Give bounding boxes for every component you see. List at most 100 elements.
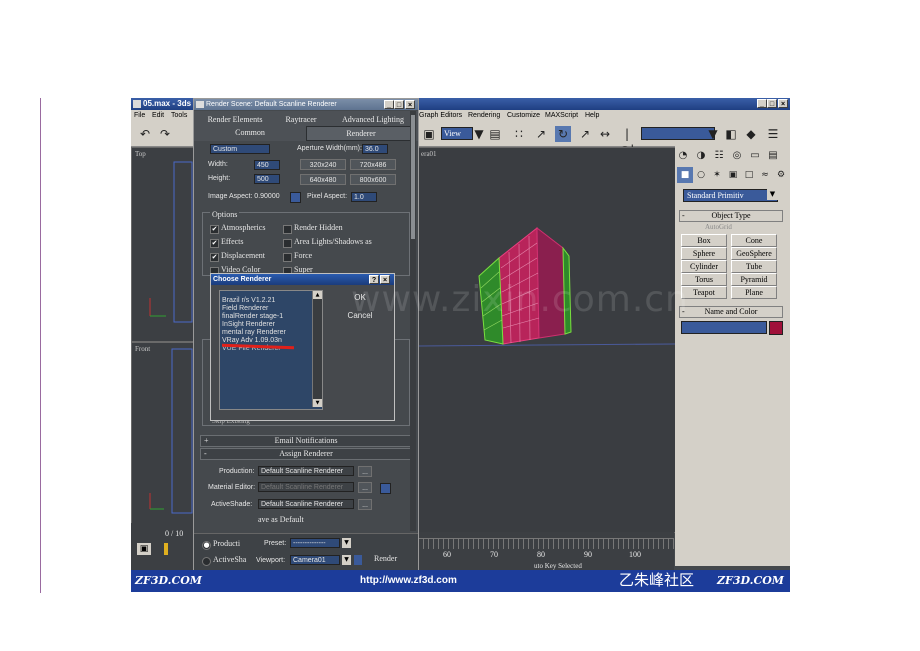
undo-icon[interactable]: ↶: [137, 126, 153, 142]
close-button[interactable]: ×: [778, 99, 788, 108]
preset-640x480-button[interactable]: 640x480: [300, 174, 346, 185]
geometry-type-dropdown[interactable]: Standard Primitiv: [683, 189, 778, 202]
select-region-icon[interactable]: ▣: [421, 126, 437, 142]
scrollbar-thumb[interactable]: [411, 115, 415, 239]
renderer-list[interactable]: Brazil r/s V1.2.21 Field Renderer finalR…: [219, 290, 323, 410]
dropdown-arrow-icon[interactable]: ▼: [342, 555, 351, 565]
email-notifications-rollout[interactable]: + Email Notifications: [200, 435, 412, 447]
render-scene-scrollbar[interactable]: [410, 111, 416, 531]
menu-rendering[interactable]: Rendering: [468, 110, 500, 122]
dropdown-arrow-icon[interactable]: ▼: [767, 189, 778, 200]
render-scene-icon[interactable]: ☰: [765, 126, 781, 142]
pyramid-button[interactable]: Pyramid: [731, 273, 777, 286]
tube-button[interactable]: Tube: [731, 260, 777, 273]
render-hidden-checkbox[interactable]: [283, 225, 292, 234]
top-viewport[interactable]: Top: [131, 147, 195, 342]
name-color-rollout[interactable]: - Name and Color: [679, 306, 783, 318]
renderer-list-scrollbar[interactable]: ▲ ▼: [312, 291, 322, 407]
shapes-icon[interactable]: ○: [693, 167, 709, 183]
lights-icon[interactable]: ✶: [709, 167, 725, 183]
lock-viewport-icon[interactable]: [354, 555, 362, 565]
aperture-width-input[interactable]: 36.0: [362, 144, 388, 154]
object-type-rollout[interactable]: - Object Type: [679, 210, 783, 222]
renderer-item[interactable]: mental ray Renderer: [222, 329, 286, 337]
dropdown-arrow-icon[interactable]: ▼: [471, 126, 487, 142]
utilities-tab-icon[interactable]: ▤: [765, 148, 781, 164]
named-selection-icon[interactable]: ↔: [597, 126, 613, 142]
front-viewport[interactable]: Front: [131, 342, 195, 524]
object-color-swatch[interactable]: [769, 321, 783, 335]
menu-customize[interactable]: Customize: [507, 110, 540, 122]
systems-icon[interactable]: ⚙: [773, 167, 789, 183]
tab-advanced-lighting[interactable]: Advanced Lighting: [330, 113, 416, 126]
create-tab-icon[interactable]: ◔: [675, 148, 691, 164]
preset-800x600-button[interactable]: 800x600: [350, 174, 396, 185]
activeshade-choose-button[interactable]: ...: [358, 499, 372, 510]
menu-help[interactable]: Help: [585, 110, 599, 122]
render-scene-close-button[interactable]: ×: [405, 100, 415, 109]
cameras-icon[interactable]: ▣: [725, 167, 741, 183]
percent-snap-icon[interactable]: ↗: [577, 126, 593, 142]
spinner-snap-icon[interactable]: ∷: [511, 126, 527, 142]
angle-snap-icon[interactable]: ↻: [555, 126, 571, 142]
maximize-button[interactable]: □: [767, 99, 777, 108]
redo-icon[interactable]: ↷: [157, 126, 173, 142]
menu-edit[interactable]: Edit: [152, 110, 164, 122]
area-lights-checkbox[interactable]: [283, 239, 292, 248]
geosphere-button[interactable]: GeoSphere: [731, 247, 777, 260]
material-editor-choose-button[interactable]: ...: [358, 482, 372, 493]
preset-720x486-button[interactable]: 720x486: [350, 159, 396, 170]
sphere-button[interactable]: Sphere: [681, 247, 727, 260]
assign-renderer-rollout[interactable]: - Assign Renderer: [200, 448, 412, 460]
tab-raytracer[interactable]: Raytracer: [276, 113, 326, 126]
production-radio[interactable]: ●: [202, 541, 211, 550]
force-checkbox[interactable]: [283, 253, 292, 262]
dropdown-arrow-icon[interactable]: ▼: [342, 538, 351, 548]
snap-icon[interactable]: ↗: [533, 126, 549, 142]
autogrid-label[interactable]: AutoGrid: [705, 222, 732, 232]
tab-render-elements[interactable]: Render Elements: [198, 113, 272, 126]
dropdown-arrow-icon[interactable]: ▼: [705, 126, 721, 142]
camera-viewport[interactable]: era01: [418, 147, 676, 533]
render-button[interactable]: Render: [374, 554, 397, 564]
renderer-item[interactable]: finalRender stage-1: [222, 313, 283, 321]
renderer-item[interactable]: Field Renderer: [222, 305, 268, 313]
render-scene-minimize-button[interactable]: _: [384, 100, 394, 109]
displacement-checkbox[interactable]: ✔: [210, 253, 219, 262]
align-icon[interactable]: ◧: [723, 126, 739, 142]
pixel-aspect-input[interactable]: 1.0: [351, 192, 377, 202]
mini-listener-icon[interactable]: ▣: [137, 543, 151, 555]
spacewarps-icon[interactable]: ≈: [757, 167, 773, 183]
hierarchy-tab-icon[interactable]: ☷: [711, 148, 727, 164]
output-size-preset-dropdown[interactable]: Custom: [210, 144, 270, 154]
scroll-up-icon[interactable]: ▲: [313, 291, 322, 299]
plane-button[interactable]: Plane: [731, 286, 777, 299]
tab-renderer[interactable]: Renderer: [306, 126, 416, 141]
geometry-icon[interactable]: ■: [677, 167, 693, 183]
box-button[interactable]: Box: [681, 234, 727, 247]
mirror-icon[interactable]: |●|: [619, 126, 635, 157]
object-name-input[interactable]: [681, 321, 767, 334]
tab-common[interactable]: Common: [198, 126, 302, 139]
pivot-icon[interactable]: ▤: [487, 126, 503, 142]
scroll-down-icon[interactable]: ▼: [313, 399, 322, 407]
preset-320x240-button[interactable]: 320x240: [300, 159, 346, 170]
renderer-item[interactable]: InSight Renderer: [222, 321, 275, 329]
atmospherics-checkbox[interactable]: ✔: [210, 225, 219, 234]
activeshade-radio[interactable]: [202, 557, 211, 566]
renderer-item[interactable]: Brazil r/s V1.2.21: [222, 297, 275, 305]
material-editor-icon[interactable]: ◆: [743, 126, 759, 142]
menu-maxscript[interactable]: MAXScript: [545, 110, 578, 122]
motion-tab-icon[interactable]: ◎: [729, 148, 745, 164]
height-input[interactable]: 500: [254, 174, 280, 184]
production-choose-button[interactable]: ...: [358, 466, 372, 477]
width-input[interactable]: 450: [254, 160, 280, 170]
save-as-default-button[interactable]: ave as Default: [258, 515, 304, 525]
cone-button[interactable]: Cone: [731, 234, 777, 247]
minimize-button[interactable]: _: [757, 99, 767, 108]
menu-graph-editors[interactable]: Graph Editors: [419, 110, 462, 122]
viewport-dropdown[interactable]: Camera01: [290, 555, 340, 565]
lock-renderer-icon[interactable]: [380, 483, 391, 494]
render-scene-maximize-button[interactable]: □: [394, 100, 404, 109]
preset-dropdown[interactable]: --------------: [290, 538, 340, 548]
